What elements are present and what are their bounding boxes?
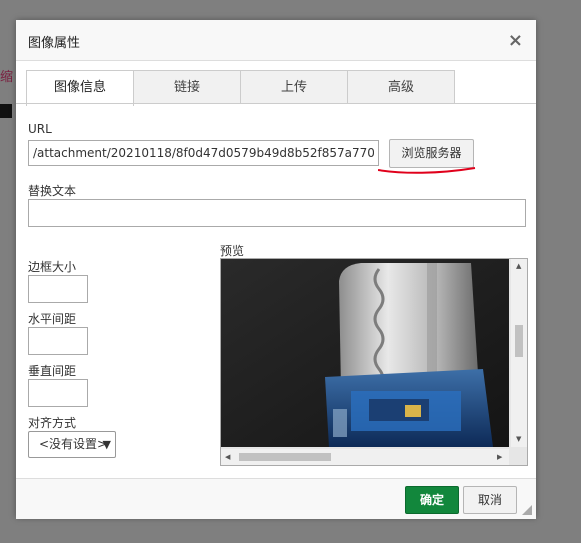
vspace-label: 垂直间距 (28, 364, 77, 378)
horizontal-scroll-thumb[interactable] (239, 453, 331, 461)
background-icon (0, 104, 12, 118)
border-input[interactable] (28, 275, 88, 303)
url-label: URL (28, 122, 52, 136)
alt-text-input[interactable] (28, 199, 526, 227)
tab-advanced[interactable]: 高级 (347, 70, 455, 104)
vertical-scroll-thumb[interactable] (515, 325, 523, 357)
url-input[interactable] (28, 140, 379, 166)
dialog-footer: 确定 取消 (16, 478, 536, 519)
resize-grip-icon[interactable] (522, 505, 532, 515)
preview-label: 预览 (220, 244, 245, 258)
vspace-input[interactable] (28, 379, 88, 407)
preview-vertical-scrollbar[interactable]: ▲ ▼ (511, 259, 527, 447)
tab-upload[interactable]: 上传 (240, 70, 348, 104)
dialog-title: 图像属性 (28, 36, 81, 51)
preview-horizontal-scrollbar[interactable]: ◀ ▶ (221, 449, 509, 465)
scroll-right-icon[interactable]: ▶ (497, 453, 502, 461)
scroll-down-icon[interactable]: ▼ (516, 435, 521, 443)
chevron-down-icon: ▼ (102, 438, 111, 451)
align-label: 对齐方式 (28, 416, 77, 430)
border-label: 边框大小 (28, 260, 77, 274)
preview-pane[interactable]: ▲ ▼ ◀ ▶ (220, 258, 528, 466)
red-underline-annotation (378, 167, 476, 174)
hspace-input[interactable] (28, 327, 88, 355)
tab-link[interactable]: 链接 (133, 70, 241, 104)
background-fragment: 缩 (0, 70, 14, 85)
image-properties-dialog: 图像属性 × 图像信息 链接 上传 高级 URL 浏览服务器 替换文本 边框大小… (16, 20, 536, 519)
tab-divider (16, 103, 536, 104)
align-select[interactable]: <没有设置> ▼ (28, 431, 116, 458)
scroll-left-icon[interactable]: ◀ (225, 453, 230, 461)
alt-text-label: 替换文本 (28, 184, 77, 198)
scroll-up-icon[interactable]: ▲ (516, 262, 521, 270)
browse-server-button[interactable]: 浏览服务器 (389, 139, 474, 168)
tab-image-info[interactable]: 图像信息 (26, 70, 134, 106)
preview-image (221, 259, 509, 447)
ok-button[interactable]: 确定 (405, 486, 459, 514)
dialog-titlebar[interactable]: 图像属性 × (16, 20, 536, 61)
close-icon[interactable]: × (508, 30, 523, 51)
align-select-value: <没有设置> (39, 437, 108, 451)
hspace-label: 水平间距 (28, 312, 77, 326)
cancel-button[interactable]: 取消 (463, 486, 517, 514)
